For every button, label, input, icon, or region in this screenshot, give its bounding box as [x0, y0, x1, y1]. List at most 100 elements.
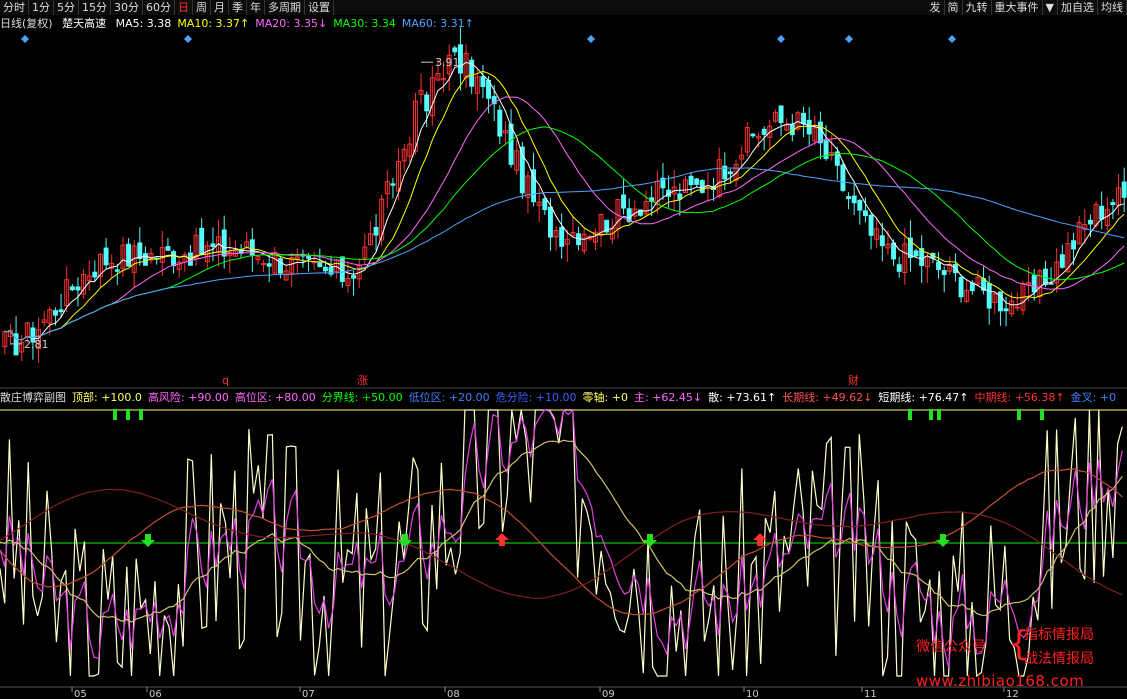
- sub-legend-item: 零轴: +0: [582, 391, 628, 404]
- period-button[interactable]: 15分: [79, 0, 111, 15]
- diamond-marker: [587, 35, 595, 43]
- x-axis-label: 07: [302, 689, 315, 699]
- candle-body: [542, 198, 548, 211]
- period-button[interactable]: 设置: [305, 0, 334, 15]
- main-chart-legend: 日线(复权) 楚天高速 MA5: 3.38 MA10: 3.37↑ MA20: 3.…: [0, 16, 480, 32]
- candle-body: [1003, 308, 1009, 312]
- top-signal-bar: [1040, 409, 1044, 420]
- candle-body: [688, 175, 694, 186]
- candle-body: [171, 251, 177, 267]
- candle-body: [508, 123, 514, 165]
- candle-body: [862, 210, 868, 217]
- sub-legend-item: 长期线: +49.62↓: [782, 391, 873, 404]
- candlestick-series: [2, 27, 1127, 363]
- ma30-line: [4, 126, 1125, 341]
- candle-body: [846, 196, 852, 200]
- candle-body: [266, 263, 272, 267]
- candle-body: [452, 47, 458, 53]
- ma-legend-item: MA5: 3.38: [115, 17, 172, 30]
- x-axis-label: 06: [149, 689, 162, 699]
- candle-body: [137, 242, 143, 259]
- candle-body: [199, 227, 205, 255]
- candle-body: [497, 109, 503, 137]
- x-axis-label: 10: [746, 689, 759, 699]
- toolbar-button[interactable]: 九转: [963, 0, 992, 15]
- candle-body: [727, 171, 733, 175]
- candle-body: [1099, 205, 1105, 220]
- candle-body: [1059, 254, 1065, 268]
- period-button[interactable]: 分时: [0, 0, 29, 15]
- period-toolbar: 分时 1分 5分 15分 30分 60分日周月季年多周期 设置 发简九转 重大事件 ▼ 加自选 均线: [0, 0, 1127, 15]
- toolbar-button[interactable]: 重大事件: [992, 0, 1043, 15]
- ma-legend-item: MA30: 3.34: [333, 17, 396, 30]
- period-button[interactable]: 5分: [54, 0, 79, 15]
- x-axis-label: 09: [602, 689, 615, 699]
- candle-body: [817, 121, 823, 144]
- candle-body: [1014, 306, 1020, 309]
- candle-body: [317, 262, 323, 268]
- toolbar-button[interactable]: ▼: [1043, 0, 1058, 15]
- candle-body: [1121, 181, 1127, 198]
- top-signal-bar: [929, 409, 933, 420]
- event-marker-label: 财: [848, 373, 859, 387]
- candle-body: [677, 193, 683, 200]
- period-button[interactable]: 1分: [29, 0, 54, 15]
- sub-legend-item: 高风险: +90.00: [147, 391, 229, 404]
- candle-body: [699, 180, 705, 193]
- ma-legend: MA5: 3.38 MA10: 3.37↑ MA20: 3.35↓ MA30: 3.3…: [116, 17, 480, 30]
- x-axis-label: 11: [864, 689, 877, 699]
- ma5-line: [4, 61, 1125, 341]
- toolbar-button[interactable]: 均线: [1098, 0, 1127, 15]
- sub-legend-item: 高位区: +80.00: [234, 391, 316, 404]
- candle-body: [1110, 202, 1116, 205]
- sub-legend-item: 短期线: +76.47↑: [878, 391, 969, 404]
- top-signal-bar: [908, 409, 912, 420]
- top-signal-bar: [139, 409, 143, 420]
- ma-legend-item: MA10: 3.37↑: [177, 17, 250, 30]
- period-button[interactable]: 多周期: [265, 0, 305, 15]
- sub-chart-legend: 散庄博弈副图 顶部: +100.0 高风险: +90.00 高位区: +80.00 分界…: [0, 390, 1122, 406]
- candle-body: [896, 264, 902, 272]
- toolbar-button[interactable]: 简: [945, 0, 963, 15]
- mid-term-line: [0, 468, 1123, 616]
- diamond-marker: [948, 35, 956, 43]
- candle-body: [52, 310, 58, 316]
- candle-body: [891, 242, 897, 260]
- top-signal-bar: [1017, 409, 1021, 420]
- moving-average-lines: [4, 61, 1125, 341]
- candle-body: [941, 270, 947, 276]
- candle-body: [114, 269, 120, 272]
- period-buttons: 分时 1分 5分 15分 30分 60分日周月季年多周期 设置: [0, 0, 334, 15]
- watermark: 微信公众号 { 指标情报局 战法情报局 www.zhibiao168.com: [912, 622, 1124, 694]
- period-button[interactable]: 日: [175, 0, 193, 15]
- candle-body: [868, 214, 874, 236]
- sub-legend-item: 散: +73.61↑: [708, 391, 777, 404]
- event-marker-label: q: [222, 374, 229, 387]
- candle-body: [75, 286, 81, 291]
- period-button[interactable]: 月: [211, 0, 229, 15]
- candle-body: [840, 164, 846, 191]
- toolbar-button[interactable]: 加自选: [1058, 0, 1098, 15]
- period-button[interactable]: 周: [193, 0, 211, 15]
- toolbar-button[interactable]: 发: [927, 0, 945, 15]
- candle-body: [373, 226, 379, 236]
- period-button[interactable]: 60分: [143, 0, 175, 15]
- diamond-marker: [777, 35, 785, 43]
- chart-area[interactable]: 3.912.81q 涨财 05 06 07 08 09 10 11 12: [0, 0, 1127, 699]
- top-signal-bar: [126, 409, 130, 420]
- period-button[interactable]: 季: [229, 0, 247, 15]
- candle-body: [322, 266, 328, 272]
- candle-body: [694, 178, 700, 185]
- ma-legend-item: MA60: 3.31↑: [401, 17, 474, 30]
- top-signal-bar: [937, 409, 941, 420]
- diamond-marker: [184, 35, 192, 43]
- right-buttons: 发简九转 重大事件 ▼ 加自选 均线: [927, 0, 1127, 15]
- candle-body: [750, 133, 756, 137]
- event-marker-label: 涨: [357, 374, 368, 387]
- sub-legend-item: 主: +62.45↓: [633, 391, 703, 404]
- candle-body: [261, 263, 267, 266]
- period-button[interactable]: 30分: [111, 0, 143, 15]
- candle-body: [879, 235, 885, 247]
- period-button[interactable]: 年: [247, 0, 265, 15]
- candle-body: [351, 275, 357, 279]
